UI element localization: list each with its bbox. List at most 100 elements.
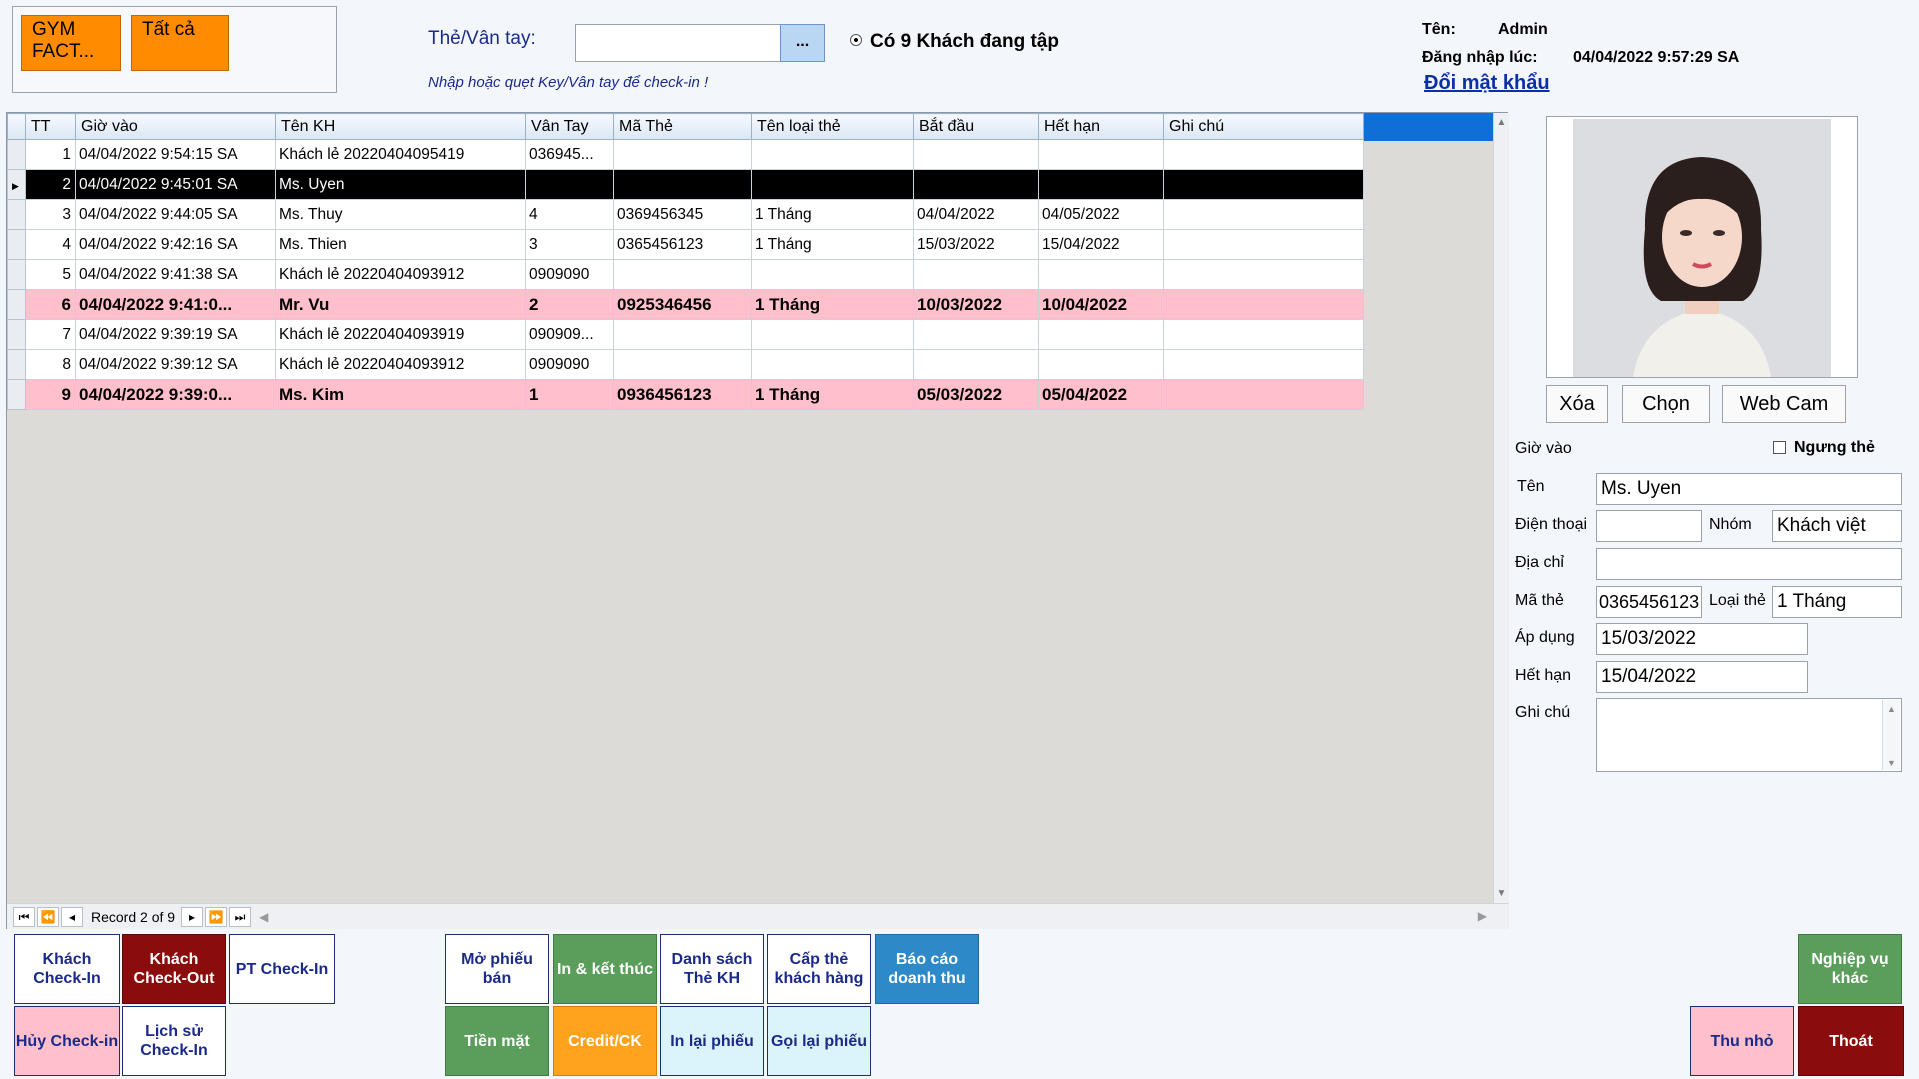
revenue-report-button[interactable]: Báo cáo doanh thu: [875, 934, 979, 1004]
table-row[interactable]: 1 04/04/2022 9:54:15 SA Khách lẻ 202204040…: [7, 139, 1364, 170]
note-field[interactable]: [1596, 698, 1902, 772]
next-page-icon[interactable]: ⏩: [205, 907, 228, 927]
cell-note[interactable]: [1163, 169, 1364, 200]
cell-card-type[interactable]: 1 Tháng: [751, 199, 914, 230]
cell-customer-name[interactable]: Khách lẻ 20220404093912: [275, 259, 526, 290]
cell-customer-name[interactable]: Khách lẻ 20220404093919: [275, 319, 526, 350]
cell-checkin-time[interactable]: 04/04/2022 9:41:38 SA: [75, 259, 276, 290]
customer-checkout-button[interactable]: Khách Check-Out: [122, 934, 226, 1004]
cell-start-date[interactable]: [913, 139, 1039, 170]
column-header-expiry-date[interactable]: Hết hạn: [1038, 113, 1164, 140]
cell-start-date[interactable]: [913, 169, 1039, 200]
cell-card-type[interactable]: 1 Tháng: [751, 289, 914, 320]
cell-fingerprint[interactable]: 0909090: [525, 349, 614, 380]
cell-note[interactable]: [1163, 319, 1364, 350]
cell-card-code[interactable]: 0365456123: [613, 229, 752, 260]
row-selector[interactable]: ▶: [7, 169, 26, 200]
cash-payment-button[interactable]: Tiền mặt: [445, 1006, 549, 1076]
cell-card-code[interactable]: [613, 169, 752, 200]
note-scroll-down-icon[interactable]: ▼: [1883, 758, 1900, 768]
table-row[interactable]: 8 04/04/2022 9:39:12 SA Khách lẻ 202204040…: [7, 349, 1364, 380]
column-header-card-type[interactable]: Tên loại thẻ: [751, 113, 914, 140]
table-row[interactable]: 5 04/04/2022 9:41:38 SA Khách lẻ 202204040…: [7, 259, 1364, 290]
column-header-fingerprint[interactable]: Vân Tay: [525, 113, 614, 140]
column-header-tt[interactable]: TT: [25, 113, 76, 140]
minimize-button[interactable]: Thu nhỏ: [1690, 1006, 1794, 1076]
cell-row-number[interactable]: 4: [25, 229, 76, 260]
cell-start-date[interactable]: [913, 319, 1039, 350]
group-field[interactable]: Khách việt: [1772, 510, 1902, 542]
cell-card-code[interactable]: [613, 319, 752, 350]
cell-row-number[interactable]: 3: [25, 199, 76, 230]
cell-checkin-time[interactable]: 04/04/2022 9:42:16 SA: [75, 229, 276, 260]
name-field[interactable]: Ms. Uyen: [1596, 473, 1902, 505]
column-header-card-code[interactable]: Mã Thẻ: [613, 113, 752, 140]
pt-checkin-button[interactable]: PT Check-In: [229, 934, 335, 1004]
active-status-radio[interactable]: [850, 34, 862, 46]
cell-fingerprint[interactable]: 0909090: [525, 259, 614, 290]
vertical-scrollbar[interactable]: ▲ ▼: [1493, 113, 1509, 903]
note-scrollbar[interactable]: ▲ ▼: [1882, 700, 1900, 770]
cell-start-date[interactable]: [913, 259, 1039, 290]
cell-card-code[interactable]: [613, 349, 752, 380]
cell-expiry-date[interactable]: [1038, 349, 1164, 380]
scroll-down-arrow-icon[interactable]: ▼: [1494, 888, 1509, 899]
cell-customer-name[interactable]: Ms. Uyen: [275, 169, 526, 200]
gym-factory-button[interactable]: GYM FACT...: [21, 15, 121, 71]
card-fingerprint-input[interactable]: [575, 24, 781, 62]
row-selector[interactable]: [7, 259, 26, 290]
browse-button[interactable]: ...: [780, 24, 825, 62]
scroll-left-arrow-icon[interactable]: ◀: [259, 910, 268, 924]
row-selector[interactable]: [7, 229, 26, 260]
cell-card-type[interactable]: [751, 319, 914, 350]
all-filter-button[interactable]: Tất cả: [131, 15, 229, 71]
last-record-icon[interactable]: ⏭: [229, 907, 252, 927]
cell-fingerprint[interactable]: 090909...: [525, 319, 614, 350]
cell-checkin-time[interactable]: 04/04/2022 9:39:0...: [75, 379, 276, 410]
cell-card-type[interactable]: 1 Tháng: [751, 379, 914, 410]
address-field[interactable]: [1596, 548, 1902, 580]
cell-row-number[interactable]: 7: [25, 319, 76, 350]
cell-row-number[interactable]: 6: [25, 289, 76, 320]
expiry-date-field[interactable]: 15/04/2022: [1596, 661, 1808, 693]
cell-expiry-date[interactable]: [1038, 139, 1164, 170]
cell-note[interactable]: [1163, 379, 1364, 410]
cell-row-number[interactable]: 9: [25, 379, 76, 410]
cell-fingerprint[interactable]: 036945...: [525, 139, 614, 170]
row-selector[interactable]: [7, 319, 26, 350]
cell-customer-name[interactable]: Ms. Kim: [275, 379, 526, 410]
cell-card-code[interactable]: 0936456123: [613, 379, 752, 410]
scroll-up-arrow-icon[interactable]: ▲: [1494, 117, 1509, 128]
row-selector[interactable]: [7, 289, 26, 320]
choose-photo-button[interactable]: Chọn: [1622, 385, 1710, 423]
previous-page-icon[interactable]: ⏪: [37, 907, 59, 927]
cell-fingerprint[interactable]: 1: [525, 379, 614, 410]
card-code-field[interactable]: 0365456123: [1596, 586, 1702, 618]
cell-customer-name[interactable]: Ms. Thuy: [275, 199, 526, 230]
card-type-field[interactable]: 1 Tháng: [1772, 586, 1902, 618]
table-row[interactable]: 9 04/04/2022 9:39:0... Ms. Kim 1 0936456123 1…: [7, 379, 1364, 410]
reprint-ticket-button[interactable]: In lại phiếu: [660, 1006, 764, 1076]
table-row[interactable]: 3 04/04/2022 9:44:05 SA Ms. Thuy 4 036945634…: [7, 199, 1364, 230]
cell-fingerprint[interactable]: 4: [525, 199, 614, 230]
issue-card-button[interactable]: Cấp thẻ khách hàng: [767, 934, 871, 1004]
row-selector[interactable]: [7, 199, 26, 230]
other-operations-button[interactable]: Nghiệp vụ khác: [1798, 934, 1902, 1004]
note-scroll-up-icon[interactable]: ▲: [1883, 704, 1900, 714]
first-record-icon[interactable]: ⏮: [13, 907, 35, 927]
cell-note[interactable]: [1163, 199, 1364, 230]
cell-expiry-date[interactable]: [1038, 319, 1164, 350]
cell-fingerprint[interactable]: [525, 169, 614, 200]
cell-card-code[interactable]: [613, 139, 752, 170]
cell-expiry-date[interactable]: 05/04/2022: [1038, 379, 1164, 410]
cell-note[interactable]: [1163, 139, 1364, 170]
delete-photo-button[interactable]: Xóa: [1546, 385, 1608, 423]
cell-checkin-time[interactable]: 04/04/2022 9:44:05 SA: [75, 199, 276, 230]
column-header-customer-name[interactable]: Tên KH: [275, 113, 526, 140]
cell-start-date[interactable]: 15/03/2022: [913, 229, 1039, 260]
recall-ticket-button[interactable]: Gọi lại phiếu: [767, 1006, 871, 1076]
open-ticket-button[interactable]: Mở phiếu bán: [445, 934, 549, 1004]
cell-expiry-date[interactable]: 15/04/2022: [1038, 229, 1164, 260]
previous-record-icon[interactable]: ◂: [61, 907, 83, 927]
customer-checkin-button[interactable]: Khách Check-In: [14, 934, 120, 1004]
